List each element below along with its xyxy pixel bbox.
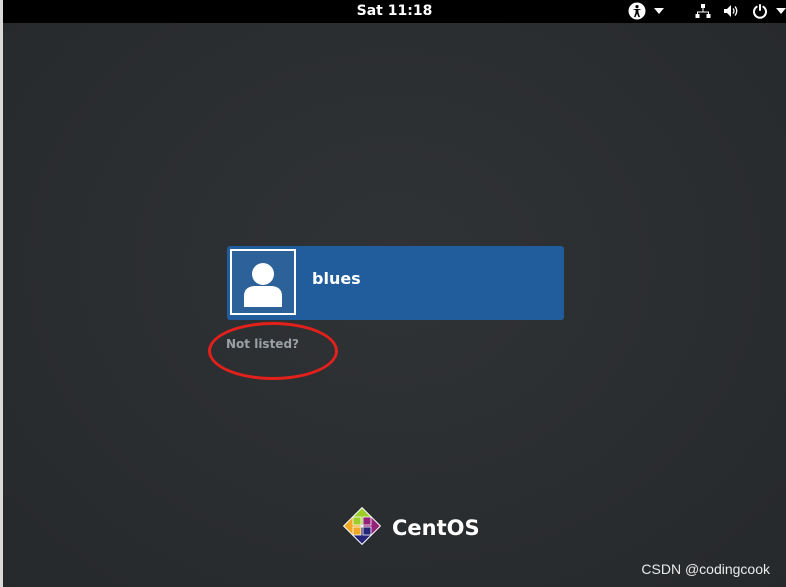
volume-icon[interactable] xyxy=(722,2,740,20)
user-name: blues xyxy=(312,269,361,288)
centos-logo-text: CentOS xyxy=(392,516,480,540)
watermark: CSDN @codingcook xyxy=(641,561,770,577)
centos-emblem-icon xyxy=(340,504,384,552)
centos-logo: CentOS xyxy=(340,504,480,552)
power-icon[interactable] xyxy=(751,2,769,20)
chevron-down-icon[interactable] xyxy=(654,2,664,20)
clock[interactable]: Sat 11:18 xyxy=(3,2,786,20)
top-bar: Sat 11:18 xyxy=(3,0,786,23)
window-edge xyxy=(0,0,3,587)
annotation-circle xyxy=(208,322,338,380)
not-listed-link[interactable]: Not listed? xyxy=(226,337,299,351)
login-screen: Sat 11:18 blues Not listed? CentOS CSDN … xyxy=(0,0,786,587)
user-item-blues[interactable]: blues xyxy=(227,246,564,320)
user-avatar-icon xyxy=(230,249,296,315)
chevron-down-icon[interactable] xyxy=(776,2,786,20)
accessibility-icon[interactable] xyxy=(627,2,647,20)
network-icon[interactable] xyxy=(694,2,712,20)
